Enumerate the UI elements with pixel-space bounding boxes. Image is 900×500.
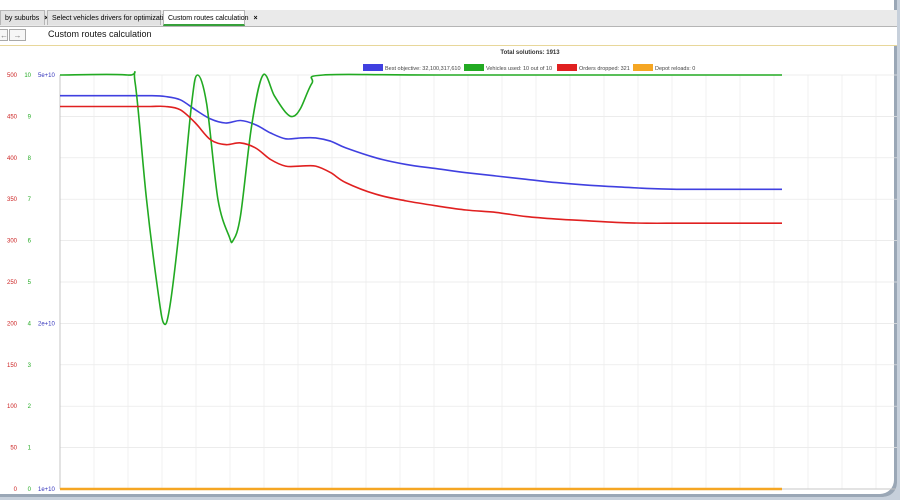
series-orders-dropped	[60, 105, 782, 225]
chart-title: Total solutions: 1913	[500, 50, 560, 56]
chart-series	[59, 71, 782, 491]
app-window: by suburbs× Select vehicles drivers for …	[0, 0, 897, 497]
vehicles-tick-label: 10	[24, 73, 31, 79]
y-axes: 0 50 100 150 200 250 300 350 400 450 500 0 1 2 3 4 5 6 7 8 9…	[7, 73, 56, 493]
vehicles-tick-label: 6	[28, 239, 32, 245]
vehicles-tick-label: 0	[28, 487, 32, 493]
vehicles-tick-label: 4	[28, 321, 32, 327]
series-best-objective	[60, 94, 782, 191]
orders-tick-label: 150	[7, 363, 18, 369]
orders-tick-label: 0	[14, 487, 18, 493]
orders-tick-label: 250	[7, 280, 18, 286]
orders-tick-label: 300	[7, 239, 18, 245]
legend-swatch	[557, 64, 577, 71]
orders-tick-label: 450	[7, 114, 18, 120]
vehicles-tick-label: 8	[28, 156, 32, 162]
legend-label[interactable]: Orders dropped: 321	[579, 66, 630, 72]
legend-swatch	[464, 64, 484, 71]
objective-tick-label: 2e+10	[38, 321, 56, 327]
orders-tick-label: 200	[7, 321, 18, 327]
orders-tick-label: 350	[7, 197, 18, 203]
chart-grid	[59, 74, 897, 490]
objective-tick-label: 5e+10	[38, 73, 56, 79]
orders-tick-label: 100	[7, 404, 18, 410]
legend-label[interactable]: Depot reloads: 0	[655, 66, 695, 72]
legend-label[interactable]: Vehicles used: 10 out of 10	[486, 66, 552, 72]
vehicles-tick-label: 2	[28, 404, 32, 410]
orders-tick-label: 500	[7, 73, 18, 79]
orders-tick-label: 50	[10, 446, 17, 452]
legend-swatch	[363, 64, 383, 71]
series-vehicles-used	[59, 71, 782, 326]
legend-swatch	[633, 64, 653, 71]
vehicles-tick-label: 5	[28, 280, 32, 286]
vehicles-tick-label: 7	[28, 197, 32, 203]
solutions-chart: Total solutions: 1913 Best objective: 32…	[7, 50, 897, 493]
legend-label[interactable]: Best objective: 32,100,317,610	[385, 66, 461, 72]
vehicles-tick-label: 3	[28, 363, 32, 369]
objective-tick-label: 1e+10	[38, 487, 56, 493]
vehicles-tick-label: 9	[28, 114, 32, 120]
vehicles-tick-label: 1	[28, 446, 32, 452]
orders-tick-label: 400	[7, 156, 18, 162]
chart-legend: Best objective: 32,100,317,610 Vehicles u…	[363, 64, 695, 72]
